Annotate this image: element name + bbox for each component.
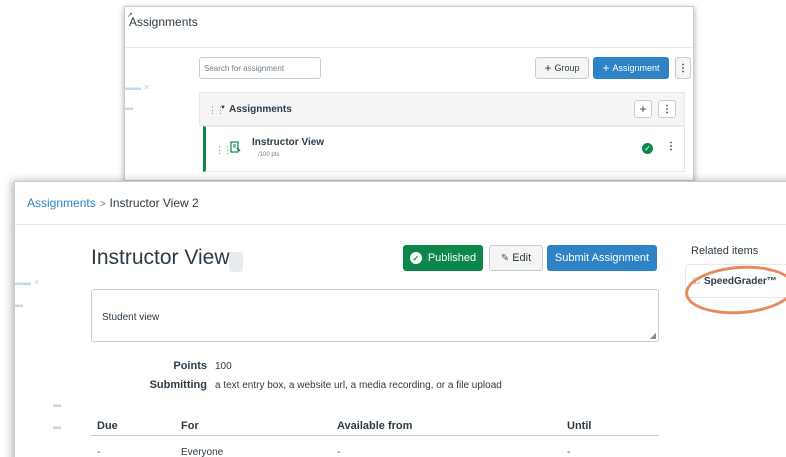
options-menu-button[interactable]: ⋮ xyxy=(675,57,691,79)
assignment-group-header[interactable]: ⋮⋮ ▼ Assignments + ⋮ xyxy=(199,92,685,126)
table-header-due: Due xyxy=(97,420,118,432)
edit-label: Edit xyxy=(512,252,532,264)
table-cell-available-from: - xyxy=(337,447,341,457)
kebab-icon: ⋮ xyxy=(662,103,672,115)
assignment-link[interactable]: Instructor View xyxy=(252,137,324,148)
breadcrumb-separator: > xyxy=(99,199,106,210)
assignment-description: Student view ◢ xyxy=(91,289,659,342)
pencil-icon: ✎ xyxy=(500,252,510,264)
caret-down-icon[interactable]: ▼ xyxy=(220,105,226,111)
published-label: Published xyxy=(427,252,477,264)
kebab-icon: ⋮ xyxy=(678,62,688,74)
faded-sidebar-text: ▬ xyxy=(53,422,61,431)
redacted-text xyxy=(229,252,243,272)
points-value: 100 xyxy=(215,361,232,372)
check-circle-icon: ✓ xyxy=(409,252,422,264)
assignment-points: /100 pts xyxy=(258,152,280,158)
faded-sidebar-text: ▬ xyxy=(15,300,23,309)
table-cell-until: - xyxy=(567,447,571,457)
add-group-label: Group xyxy=(554,63,580,73)
assignments-index-window: ↗ Assignments ▬▬ ✕ ▬ Search for assignme… xyxy=(124,6,694,181)
points-label: Points xyxy=(173,360,207,372)
add-to-group-button[interactable]: + xyxy=(634,100,652,118)
published-check-icon[interactable]: ✓ xyxy=(642,143,653,154)
plus-icon: + xyxy=(544,61,552,75)
assignments-index-title: Assignments xyxy=(129,15,198,29)
group-options-button[interactable]: ⋮ xyxy=(658,100,676,118)
assignment-group-name: Assignments xyxy=(229,104,292,115)
edit-button[interactable]: ✎ Edit xyxy=(489,245,543,271)
faded-sidebar-text: ▬ xyxy=(125,103,133,112)
assignment-detail-window: Assignments > Instructor View 2 ▬▬ ✕ ▬ ▬ ▬… xyxy=(14,181,786,457)
faded-sidebar-text: ▬▬ ✕ xyxy=(125,83,150,92)
faded-sidebar-text: ▬▬ ✕ xyxy=(15,278,40,287)
description-text: Student view xyxy=(102,312,160,323)
published-button[interactable]: ✓ Published xyxy=(403,245,483,271)
speedgrader-icon: ☑ xyxy=(692,276,701,286)
page-title: Instructor View xyxy=(91,246,230,269)
add-assignment-label: Assignment xyxy=(612,63,660,73)
add-assignment-button[interactable]: + Assignment xyxy=(593,57,669,79)
drag-handle-icon[interactable]: ⋮⋮ xyxy=(215,145,232,156)
table-divider xyxy=(91,435,659,436)
add-group-button[interactable]: + Group xyxy=(535,57,589,79)
table-header-until: Until xyxy=(567,420,592,432)
submit-assignment-button[interactable]: Submit Assignment xyxy=(547,245,657,271)
search-input[interactable]: Search for assignment xyxy=(199,57,321,79)
table-cell-for: Everyone xyxy=(181,447,224,457)
assignment-doc-icon xyxy=(230,141,241,156)
breadcrumb: Assignments > Instructor View 2 xyxy=(27,196,199,210)
related-items-panel: ☑ SpeedGrader™ xyxy=(685,264,786,298)
divider xyxy=(15,224,786,225)
plus-icon: + xyxy=(639,102,647,116)
plus-icon: + xyxy=(602,61,610,75)
speedgrader-link[interactable]: SpeedGrader™ xyxy=(704,276,777,287)
resize-grip-icon[interactable]: ◢ xyxy=(650,331,656,340)
related-items-title: Related items xyxy=(691,245,759,257)
submitting-label: Submitting xyxy=(149,379,207,391)
table-header-available-from: Available from xyxy=(337,420,413,432)
kebab-icon[interactable]: ⋮ xyxy=(666,141,676,152)
faded-sidebar-text: ▬ xyxy=(53,400,61,409)
divider xyxy=(125,47,693,48)
breadcrumb-current: Instructor View 2 xyxy=(109,196,199,210)
submitting-value: a text entry box, a website url, a media… xyxy=(215,380,502,391)
assignment-row[interactable]: ⋮⋮ Instructor View /100 pts ✓ ⋮ xyxy=(203,126,685,172)
breadcrumb-assignments-link[interactable]: Assignments xyxy=(27,196,96,210)
table-header-for: For xyxy=(181,420,199,432)
table-cell-due: - xyxy=(97,447,101,457)
